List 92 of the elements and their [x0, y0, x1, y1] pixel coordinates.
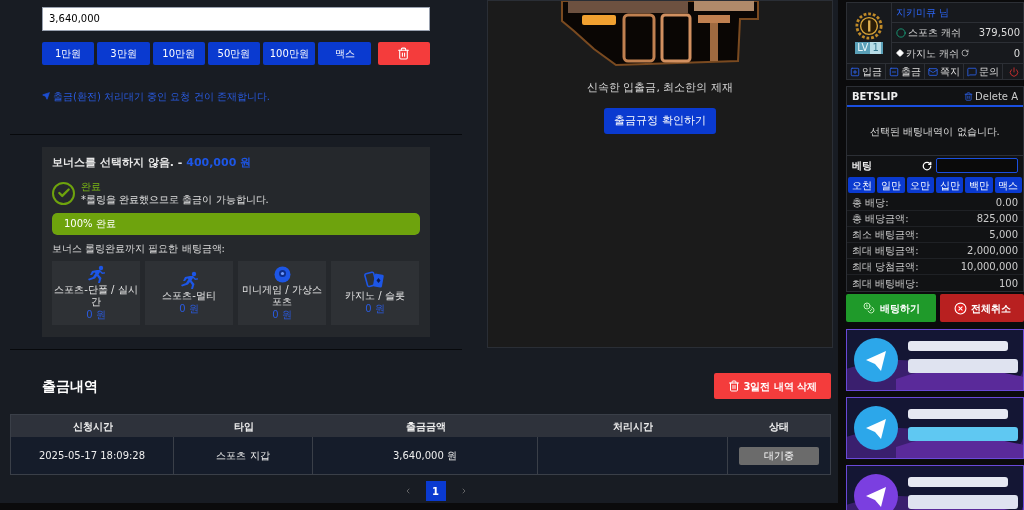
category-label: 스포츠-멀티 — [162, 290, 216, 302]
bet-amount-button[interactable]: 백만 — [965, 177, 993, 193]
refresh-icon[interactable] — [961, 49, 970, 57]
runner-icon — [178, 271, 200, 289]
summary-label: 최대 배팅금액: — [852, 244, 919, 258]
category-amount: 0 원 — [272, 308, 292, 321]
summary-value: 10,000,000 — [960, 260, 1018, 274]
check-icon — [52, 181, 75, 205]
rules-button[interactable]: 출금규정 확인하기 — [604, 107, 716, 134]
menu-button[interactable]: 쪽지 — [925, 64, 964, 79]
status-label: 완료 — [81, 180, 102, 193]
balance-label: 카지노 캐쉬 — [906, 46, 960, 61]
empty-message: 선택된 배팅내역이 없습니다. — [869, 124, 1001, 139]
amount-button[interactable]: 맥스 — [318, 41, 371, 65]
column-header: 상태 — [768, 419, 790, 434]
history-title: 출금내역 — [42, 376, 98, 396]
menu-button[interactable]: 출금 — [886, 64, 925, 79]
bet-amount-button[interactable]: 오천 — [848, 177, 876, 193]
page-button[interactable]: 1 — [425, 481, 446, 501]
mail-icon — [928, 66, 938, 77]
amount-field[interactable]: 3,640,000 — [42, 6, 430, 31]
summary-value: 825,000 — [976, 212, 1018, 226]
summary-label: 최대 배팅배당: — [852, 276, 919, 291]
column-header: 처리시간 — [612, 419, 654, 434]
trash-icon — [964, 91, 974, 101]
menu-button[interactable]: 문의 — [964, 64, 1003, 79]
bet-amount-button[interactable]: 일만 — [877, 177, 905, 193]
send-icon — [42, 92, 50, 100]
coins-icon — [862, 302, 875, 314]
power-icon[interactable] — [1009, 66, 1019, 77]
summary-value: 5,000 — [989, 228, 1018, 242]
promo-tagline: 신속한 입출금, 최소한의 제재 — [587, 80, 733, 96]
bet-amount-button[interactable]: 십만 — [936, 177, 964, 193]
summary-value: 0.00 — [995, 196, 1018, 210]
bet-amount-button[interactable]: 오만 — [906, 177, 934, 193]
bonus-title: 보너스를 선택하지 않음. - — [52, 154, 183, 171]
bet-amount-field[interactable] — [936, 158, 1018, 173]
place-bet-button[interactable]: 배팅하기 — [846, 294, 936, 322]
trash-icon — [727, 380, 740, 392]
summary-label: 최소 배팅금액: — [852, 228, 919, 242]
delete-all-link[interactable]: Delete A — [964, 88, 1018, 104]
delete-button[interactable] — [377, 41, 430, 65]
amount-button[interactable]: 3만원 — [97, 41, 150, 65]
runner-icon — [85, 265, 107, 283]
status-badge: 대기중 — [739, 446, 819, 465]
balance-label: 스포츠 캐쉬 — [908, 26, 962, 40]
cards-icon — [364, 271, 386, 289]
summary-label: 총 배당금액: — [852, 212, 909, 226]
summary-value: 100 — [998, 276, 1018, 291]
bet-amount-button[interactable]: 맥스 — [994, 177, 1022, 193]
diamond-icon — [896, 49, 904, 57]
trash-icon — [397, 46, 411, 60]
bonus-amount: 400,000 원 — [186, 154, 252, 171]
plus-icon — [850, 66, 860, 77]
delete-history-button[interactable]: 3일전 내역 삭제 — [714, 373, 831, 399]
summary-label: 총 배당: — [852, 196, 889, 210]
table-cell: 스포츠 지갑 — [174, 437, 313, 474]
bet-label: 베팅 — [852, 159, 873, 173]
category-amount: 0 원 — [179, 303, 199, 315]
ball-icon — [273, 265, 291, 283]
category-label: 카지노 / 슬롯 — [345, 290, 405, 302]
amount-button[interactable]: 1만원 — [42, 41, 95, 65]
close-icon — [953, 301, 967, 315]
medal-icon — [855, 12, 883, 40]
summary-label: 최대 당첨금액: — [852, 260, 919, 274]
progress-label: 100% 완료 — [64, 217, 116, 231]
table-cell: 3,640,000 원 — [313, 437, 538, 474]
column-header: 출금금액 — [404, 419, 447, 434]
category-label: 미니게임 / 가상스포츠 — [241, 283, 323, 308]
chat-icon — [967, 66, 977, 77]
amount-button[interactable]: 100만원 — [263, 41, 316, 65]
amount-button[interactable]: 10만원 — [152, 41, 205, 65]
minus-icon — [889, 66, 899, 77]
level-badge: LV 1 — [855, 42, 883, 54]
category-label: 스포츠-단폴 / 실시간 — [53, 284, 139, 308]
table-cell: 2025-05-17 18:09:28 — [11, 437, 174, 474]
column-header: 신청시간 — [71, 419, 114, 434]
betslip-title: BETSLIP — [852, 89, 898, 104]
category-amount: 0 원 — [365, 303, 385, 315]
required-label: 보너스 롤링완료까지 필요한 배팅금액: — [52, 242, 226, 256]
balance-amount: 0 — [1013, 46, 1020, 61]
status-text: *롤링을 완료했으므로 출금이 가능합니다. — [81, 193, 269, 206]
user-name: 지키미큐 님 — [892, 3, 1023, 23]
ball-icon — [896, 27, 906, 38]
category-amount: 0 원 — [86, 309, 106, 321]
amount-button[interactable]: 50만원 — [207, 41, 261, 65]
menu-button[interactable]: 입금 — [847, 64, 886, 79]
summary-value: 2,000,000 — [967, 244, 1018, 258]
pending-notice: 출금(환전) 처리대기 중인 요청 건이 존재합니다. — [53, 89, 270, 104]
balance-amount: 379,500 — [978, 26, 1020, 40]
cancel-all-button[interactable]: 전체취소 — [940, 294, 1024, 322]
column-header: 타입 — [232, 419, 255, 434]
